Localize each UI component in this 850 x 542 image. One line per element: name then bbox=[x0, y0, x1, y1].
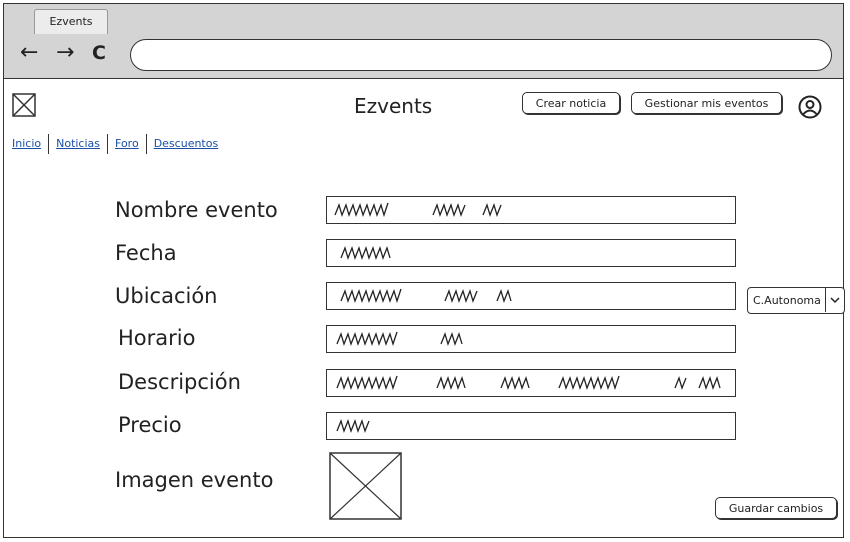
price-field[interactable] bbox=[326, 412, 736, 440]
location-field[interactable] bbox=[326, 282, 736, 310]
browser-tab[interactable]: Ezvents bbox=[34, 9, 108, 34]
date-field[interactable] bbox=[326, 239, 736, 267]
select-value: C.Autonoma bbox=[753, 294, 821, 307]
date-label: Fecha bbox=[115, 241, 177, 265]
manage-events-button[interactable]: Gestionar mis eventos bbox=[631, 92, 782, 114]
nav-divider bbox=[48, 134, 50, 154]
browser-chrome: Ezvents ← → C bbox=[4, 4, 843, 79]
chevron-down-icon bbox=[825, 288, 844, 312]
app-title: Ezvents bbox=[354, 94, 433, 118]
user-profile-icon[interactable] bbox=[798, 95, 822, 119]
nav-item-inicio[interactable]: Inicio bbox=[12, 137, 41, 150]
schedule-label: Horario bbox=[118, 326, 196, 350]
description-label: Descripción bbox=[118, 370, 241, 394]
event-name-label: Nombre evento bbox=[115, 198, 278, 222]
back-arrow-icon[interactable]: ← bbox=[20, 42, 38, 64]
nav-item-descuentos[interactable]: Descuentos bbox=[154, 137, 219, 150]
price-label: Precio bbox=[118, 413, 182, 437]
autonomous-community-select[interactable]: C.Autonoma bbox=[747, 287, 845, 314]
schedule-field[interactable] bbox=[326, 325, 736, 353]
forward-arrow-icon[interactable]: → bbox=[56, 42, 74, 64]
description-field[interactable] bbox=[326, 369, 736, 397]
url-bar[interactable] bbox=[130, 39, 832, 71]
main-nav: Inicio Noticias Foro Descuentos bbox=[12, 134, 218, 154]
save-changes-button[interactable]: Guardar cambios bbox=[715, 497, 837, 519]
nav-divider bbox=[145, 134, 147, 154]
nav-item-noticias[interactable]: Noticias bbox=[56, 137, 100, 150]
event-image-label: Imagen evento bbox=[115, 468, 274, 492]
reload-icon[interactable]: C bbox=[92, 42, 106, 64]
event-image-placeholder[interactable] bbox=[329, 452, 402, 520]
create-news-button[interactable]: Crear noticia bbox=[522, 92, 620, 114]
browser-window: Ezvents ← → C Ezvents Crear noticia Gest… bbox=[3, 3, 845, 538]
event-name-field[interactable] bbox=[326, 196, 736, 224]
nav-item-foro[interactable]: Foro bbox=[115, 137, 139, 150]
logo-placeholder-icon bbox=[12, 93, 36, 117]
location-label: Ubicación bbox=[115, 284, 218, 308]
nav-divider bbox=[107, 134, 109, 154]
